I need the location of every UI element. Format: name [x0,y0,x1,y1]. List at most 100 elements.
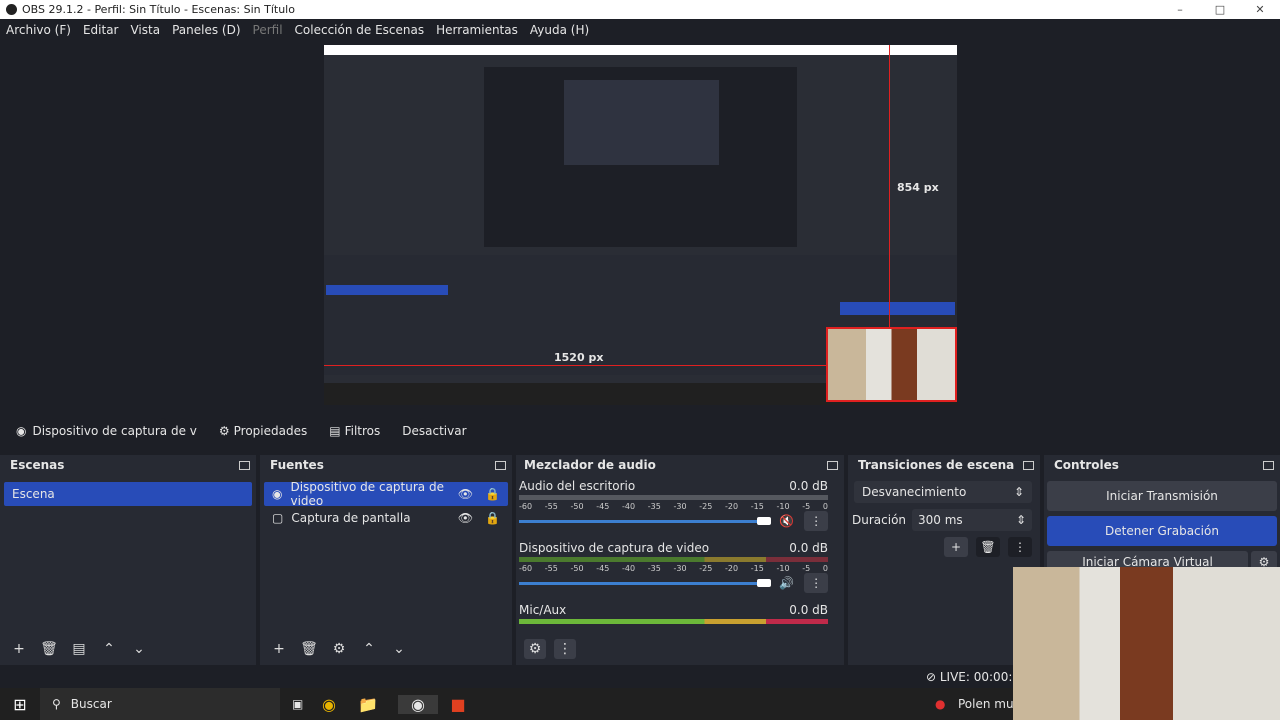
gear-icon: ⚙ [218,424,230,438]
source-item[interactable]: ◉ Dispositivo de captura de video 👁 🔒 [264,480,508,508]
spin-icon: ⇕ [1015,513,1026,527]
meter-ticks: -60 -55 -50 -45 -40 -35 -30 -25 -20 -15 -10 -5 0 [519,564,828,573]
eye-icon[interactable]: 👁 [458,487,473,501]
source-toolbar: ◉ Dispositivo de captura de v ⚙ Propiedade… [0,418,1280,444]
camera-icon: ◉ [16,424,27,438]
height-label: 854 px [897,181,939,194]
add-icon[interactable]: + [8,639,30,659]
menu-vista[interactable]: Vista [130,23,160,37]
weather-icon: ● [935,697,946,711]
start-stream-button[interactable]: Iniciar Transmisión [1047,481,1277,511]
transitions-dock: Transiciones de escena Desvanecimiento ⇕ … [848,455,1040,665]
volume-meter [519,557,828,562]
obs-logo-icon [6,4,17,15]
chrome-icon[interactable]: ◉ [322,695,358,714]
mixer-title: Mezclador de audio [524,458,656,472]
nested-titlebar [324,45,957,55]
deactivate-button[interactable]: Desactivar [396,420,472,442]
task-view-icon[interactable]: ▣ [292,697,322,711]
add-icon[interactable]: + [268,639,290,659]
float-icon[interactable] [1023,460,1034,470]
transition-select[interactable]: Desvanecimiento ⇕ [854,481,1032,503]
lock-icon[interactable]: 🔒 [485,511,500,525]
transitions-title: Transiciones de escena [858,458,1015,472]
menu-editar[interactable]: Editar [83,23,119,37]
float-icon[interactable] [1263,460,1274,470]
no-signal-icon: ⊘ [926,670,940,684]
minimize-button[interactable]: – [1160,0,1200,19]
controls-title: Controles [1054,458,1119,472]
more-icon[interactable]: ⋮ [554,639,576,659]
volume-slider[interactable] [519,578,771,588]
menu-herramientas[interactable]: Herramientas [436,23,518,37]
menu-ayuda[interactable]: Ayuda (H) [530,23,589,37]
maximize-button[interactable]: □ [1200,0,1240,19]
meter-ticks: -60 -55 -50 -45 -40 -35 -30 -25 -20 -15 -10 -5 0 [519,502,828,511]
up-icon[interactable]: ⌃ [358,639,380,659]
up-icon[interactable]: ⌃ [98,639,120,659]
weather-text: Polen muy [958,697,1021,711]
add-icon[interactable]: + [944,537,968,557]
stop-recording-button[interactable]: Detener Grabación [1047,516,1277,546]
source-item[interactable]: ▢ Captura de pantalla 👁 🔒 [264,506,508,530]
app-icon[interactable]: ■ [438,695,478,714]
gear-icon[interactable]: ⚙ [524,639,546,659]
search-icon: ⚲ [52,697,61,711]
more-icon[interactable]: ⋮ [1008,537,1032,557]
sources-title: Fuentes [270,458,324,472]
webcam-overlay [1013,567,1280,720]
more-icon[interactable]: ⋮ [804,573,828,593]
monitor-icon: ▢ [272,511,284,525]
trash-icon[interactable]: 🗑 [298,639,320,659]
height-guide [889,45,890,327]
selected-source: ◉ Dispositivo de captura de v [16,424,197,438]
nested-inner-preview [564,80,719,165]
width-guide [324,365,826,366]
filter-icon: ▤ [329,424,341,438]
trash-icon[interactable]: 🗑 [976,537,1000,557]
webcam-source-selected[interactable] [826,327,957,402]
taskbar-search[interactable]: ⚲ Buscar [40,688,280,720]
close-button[interactable]: ✕ [1240,0,1280,19]
volume-slider[interactable] [519,516,771,526]
scenes-dock: Escenas Escena + 🗑 ▤ ⌃ ⌄ [0,455,256,665]
width-label: 1520 px [554,351,604,364]
eye-icon[interactable]: 👁 [458,511,473,525]
sources-dock: Fuentes ◉ Dispositivo de captura de video… [260,455,512,665]
filter-icon[interactable]: ▤ [68,639,90,659]
duration-label: Duración [852,513,907,527]
updown-icon: ⇕ [1013,485,1024,499]
windows-start-icon[interactable]: ⊞ [0,695,40,714]
file-explorer-icon[interactable]: 📁 [358,695,398,714]
trash-icon[interactable]: 🗑 [38,639,60,659]
nested-record-button [840,302,955,315]
nested-scene-selected [326,285,448,295]
menu-coleccion[interactable]: Colección de Escenas [295,23,425,37]
channel-desktop: Audio del escritorio 0.0 dB -60 -55 -50 -45-… [519,479,828,541]
gear-icon[interactable]: ⚙ [328,639,350,659]
audio-mixer-dock: Mezclador de audio Audio del escritorio 0… [516,455,844,665]
menu-archivo[interactable]: Archivo (F) [6,23,71,37]
duration-spinbox[interactable]: 300 ms ⇕ [912,509,1032,531]
menu-bar: Archivo (F) Editar Vista Paneles (D) Per… [0,19,1280,40]
float-icon[interactable] [827,460,838,470]
scenes-title: Escenas [10,458,65,472]
window-title: OBS 29.1.2 - Perfil: Sin Título - Escena… [22,3,295,16]
float-icon[interactable] [239,460,250,470]
lock-icon[interactable]: 🔒 [485,487,500,501]
preview-canvas[interactable]: 854 px 1520 px [324,45,957,405]
more-icon[interactable]: ⋮ [804,511,828,531]
filters-button[interactable]: ▤ Filtros [323,420,386,442]
scene-item[interactable]: Escena [4,482,252,506]
muted-speaker-icon[interactable]: 🔇 [779,514,794,528]
mixer-channels: Audio del escritorio 0.0 dB -60 -55 -50 -45-… [516,475,844,624]
channel-mic: Mic/Aux 0.0 dB [519,603,828,624]
menu-perfil[interactable]: Perfil [253,23,283,37]
properties-button[interactable]: ⚙ Propiedades [213,420,313,442]
down-icon[interactable]: ⌄ [388,639,410,659]
obs-icon[interactable]: ◉ [398,694,438,714]
float-icon[interactable] [495,460,506,470]
down-icon[interactable]: ⌄ [128,639,150,659]
menu-paneles[interactable]: Paneles (D) [172,23,240,37]
speaker-icon[interactable]: 🔊 [779,576,794,590]
